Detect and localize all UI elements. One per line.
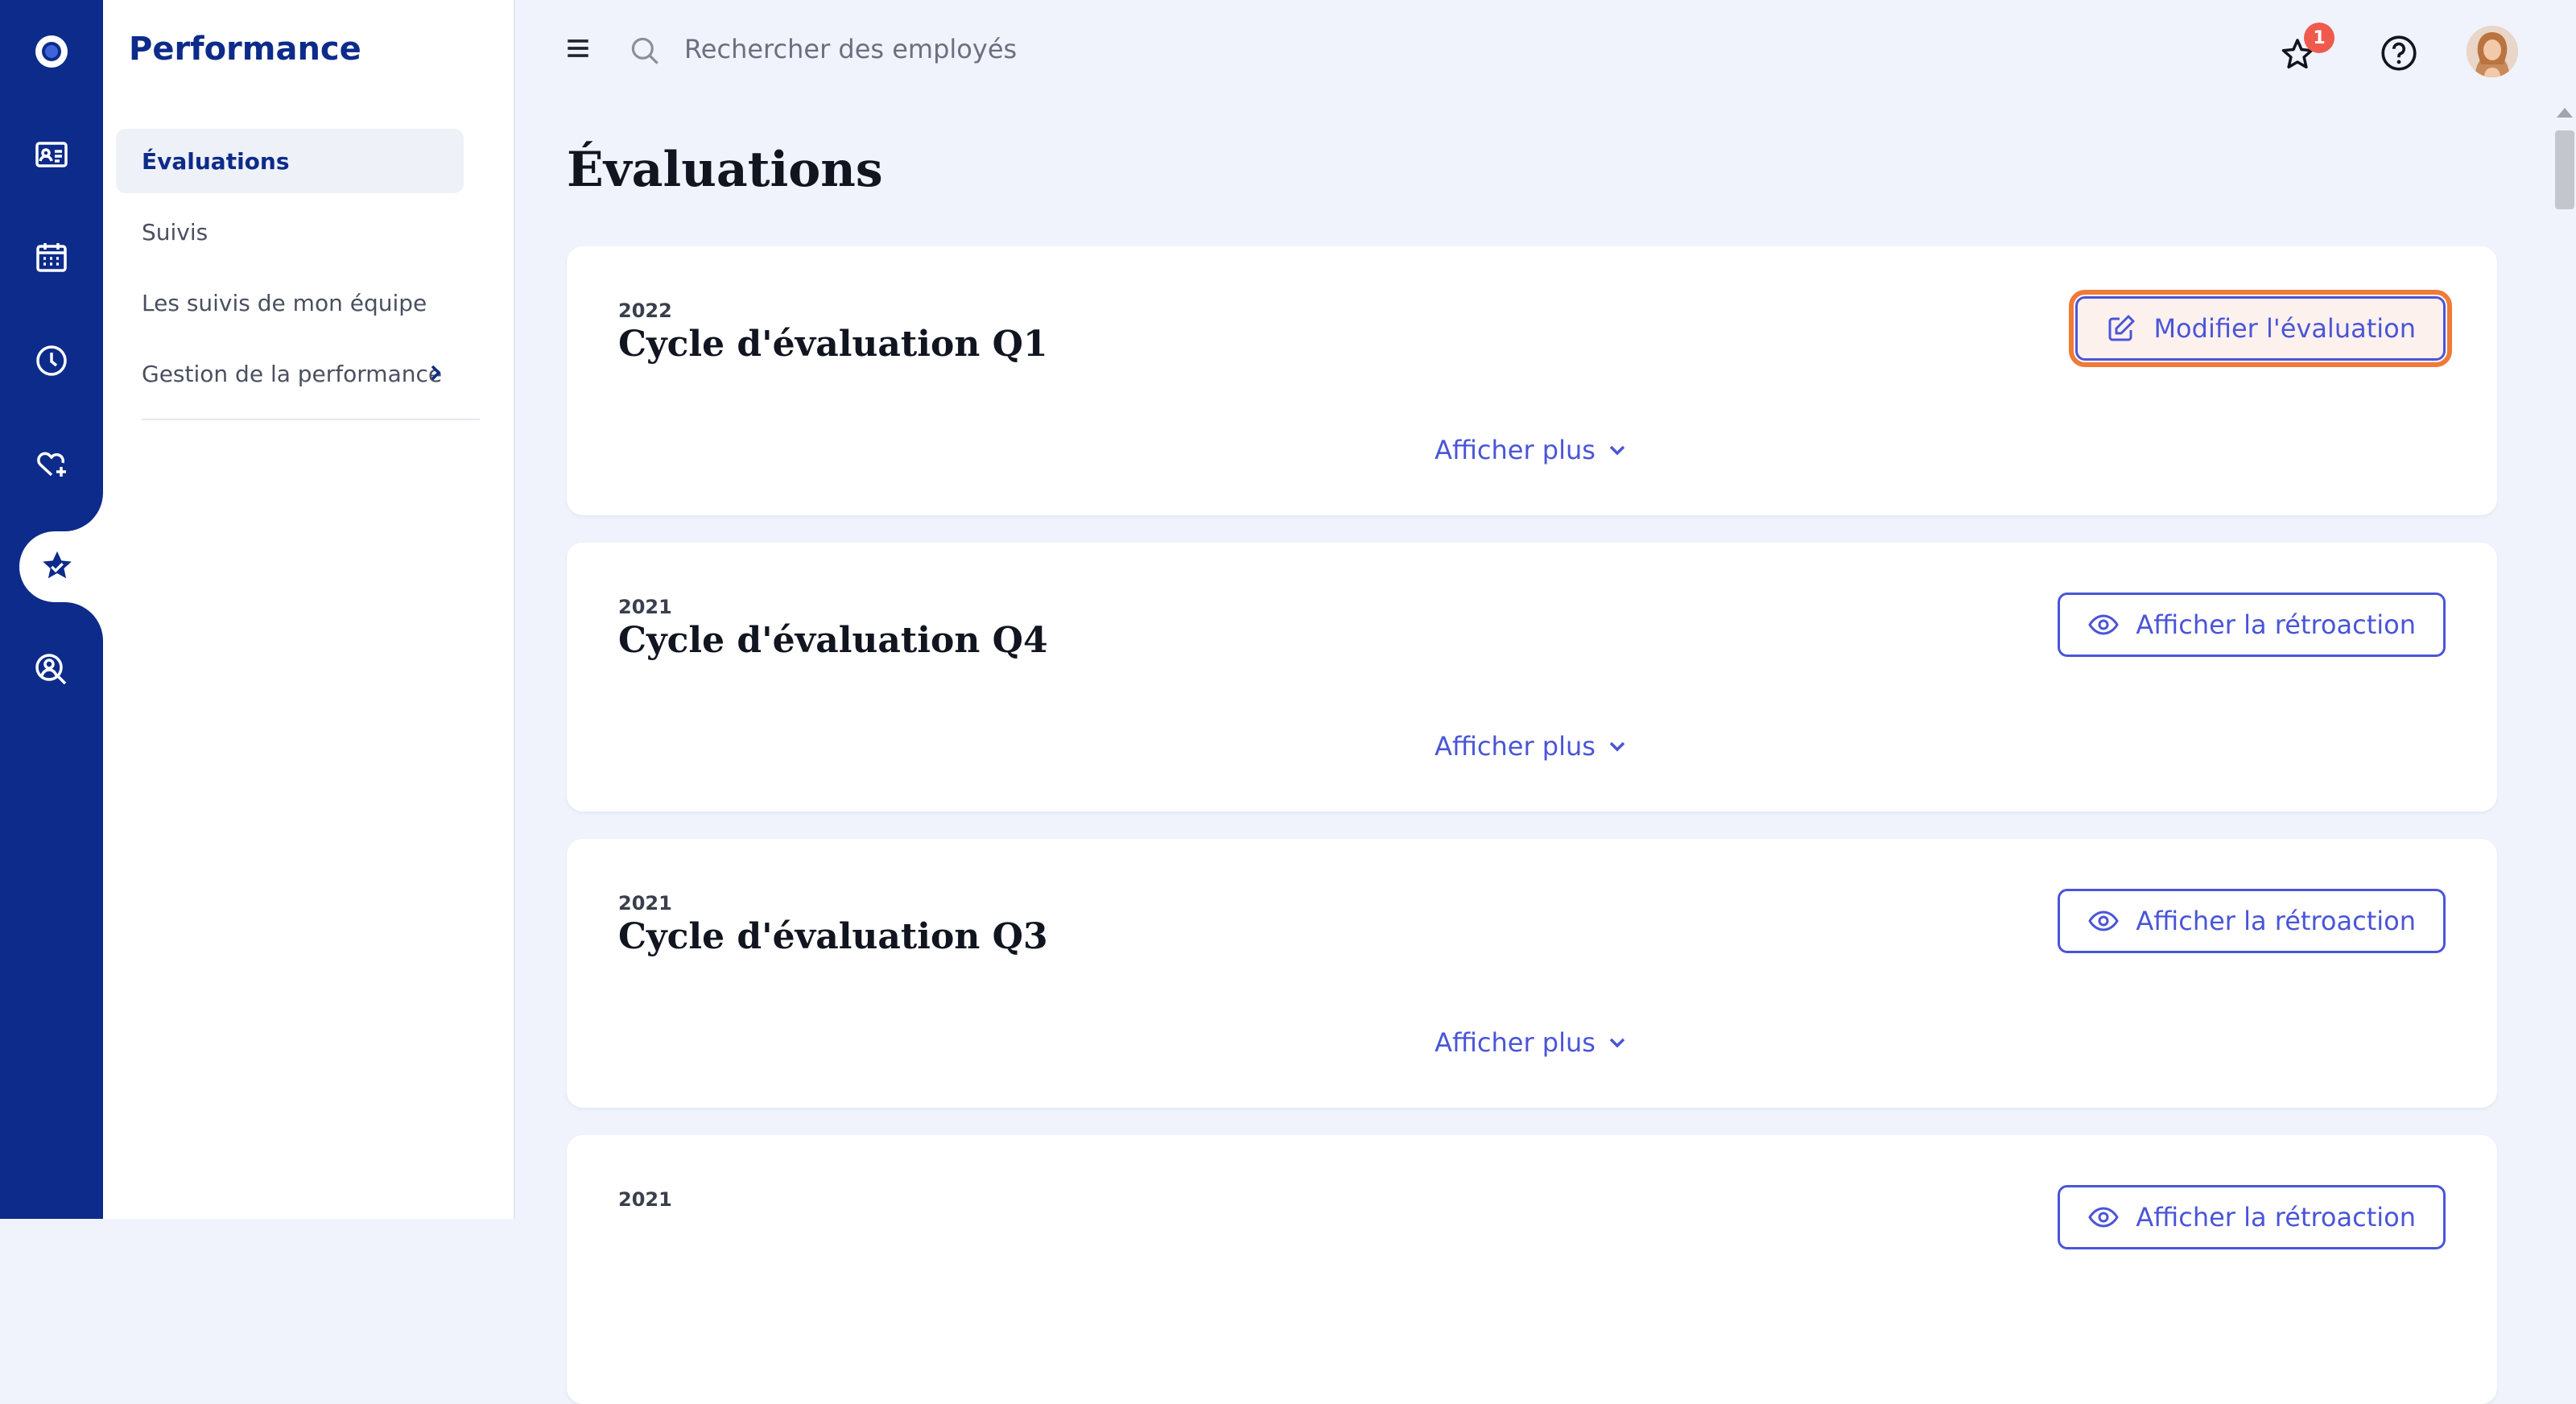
edit-icon — [2108, 315, 2135, 341]
logo-icon[interactable] — [0, 0, 103, 103]
sidebar-item-performance-management[interactable]: Gestion de la performance — [116, 341, 464, 406]
star-check-icon[interactable] — [19, 531, 103, 602]
id-card-icon[interactable] — [0, 103, 103, 206]
view-feedback-button[interactable]: Afficher la rétroaction — [2058, 889, 2446, 953]
clock-icon[interactable] — [0, 309, 103, 412]
edit-evaluation-button[interactable]: Modifier l'évaluation — [2069, 290, 2452, 367]
card-title: Cycle d'évaluation Q3 — [618, 916, 1048, 957]
divider — [142, 419, 480, 420]
show-more-label: Afficher plus — [1435, 435, 1596, 465]
eye-icon — [2088, 614, 2120, 635]
sidebar-item-evaluations[interactable]: Évaluations — [116, 129, 464, 193]
chevron-down-icon — [1609, 445, 1625, 456]
eye-icon — [2088, 911, 2120, 931]
button-label: Afficher la rétroaction — [2136, 906, 2416, 936]
view-feedback-button[interactable]: Afficher la rétroaction — [2058, 1185, 2446, 1249]
eye-icon — [2088, 1207, 2120, 1228]
scroll-up-arrow[interactable] — [2557, 108, 2573, 118]
chevron-down-icon — [1609, 1038, 1625, 1048]
sidebar-item-label: Évaluations — [142, 147, 290, 175]
evaluation-card: 2021 Cycle d'évaluation Q4 Afficher la r… — [567, 543, 2497, 811]
rail-notch-top — [64, 493, 103, 531]
sidebar-item-team-followups[interactable]: Les suivis de mon équipe — [116, 270, 464, 335]
icon-rail — [0, 0, 103, 1219]
card-year: 2021 — [618, 1188, 672, 1211]
card-year: 2021 — [618, 892, 672, 915]
show-more-label: Afficher plus — [1435, 1027, 1596, 1058]
sidebar-item-suivis[interactable]: Suivis — [116, 200, 464, 264]
search-icon — [626, 32, 665, 71]
card-title: Cycle d'évaluation Q1 — [618, 324, 1048, 365]
top-bar: Rechercher des employés — [515, 0, 2576, 103]
search-input[interactable]: Rechercher des employés — [684, 34, 1017, 64]
evaluation-card: 2022 Cycle d'évaluation Q1 Modifier l'év… — [567, 246, 2497, 515]
sidebar-title: Performance — [129, 31, 361, 68]
scrollbar[interactable] — [2550, 103, 2576, 1219]
show-more-link[interactable]: Afficher plus — [567, 433, 2497, 465]
button-label: Afficher la rétroaction — [2136, 609, 2416, 640]
sidebar-item-label: Les suivis de mon équipe — [142, 289, 427, 316]
avatar[interactable] — [2467, 26, 2518, 77]
sidebar-item-label: Suivis — [142, 218, 208, 246]
calendar-icon[interactable] — [0, 206, 103, 309]
view-feedback-button[interactable]: Afficher la rétroaction — [2058, 593, 2446, 657]
show-more-link[interactable]: Afficher plus — [567, 1026, 2497, 1058]
card-year: 2021 — [618, 596, 672, 618]
evaluation-card: 2021 Afficher la rétroaction — [567, 1135, 2497, 1404]
scroll-thumb[interactable] — [2555, 130, 2574, 209]
card-title: Cycle d'évaluation Q4 — [618, 620, 1048, 661]
notification-badge: 1 — [2304, 23, 2334, 53]
evaluation-card: 2021 Cycle d'évaluation Q3 Afficher la r… — [567, 839, 2497, 1108]
show-more-link[interactable]: Afficher plus — [567, 729, 2497, 762]
button-label: Modifier l'évaluation — [2153, 313, 2416, 344]
chevron-right-icon — [431, 365, 441, 381]
sidebar: Performance Évaluations Suivis Les suivi… — [103, 0, 515, 1219]
card-year: 2022 — [618, 299, 672, 322]
search-person-icon[interactable] — [0, 618, 103, 721]
page-title: Évaluations — [567, 142, 883, 198]
hamburger-menu-icon[interactable] — [560, 31, 596, 66]
button-label: Afficher la rétroaction — [2136, 1202, 2416, 1233]
sidebar-item-label: Gestion de la performance — [142, 360, 443, 387]
help-icon[interactable] — [2375, 29, 2423, 77]
show-more-label: Afficher plus — [1435, 731, 1596, 762]
chevron-down-icon — [1609, 741, 1625, 752]
